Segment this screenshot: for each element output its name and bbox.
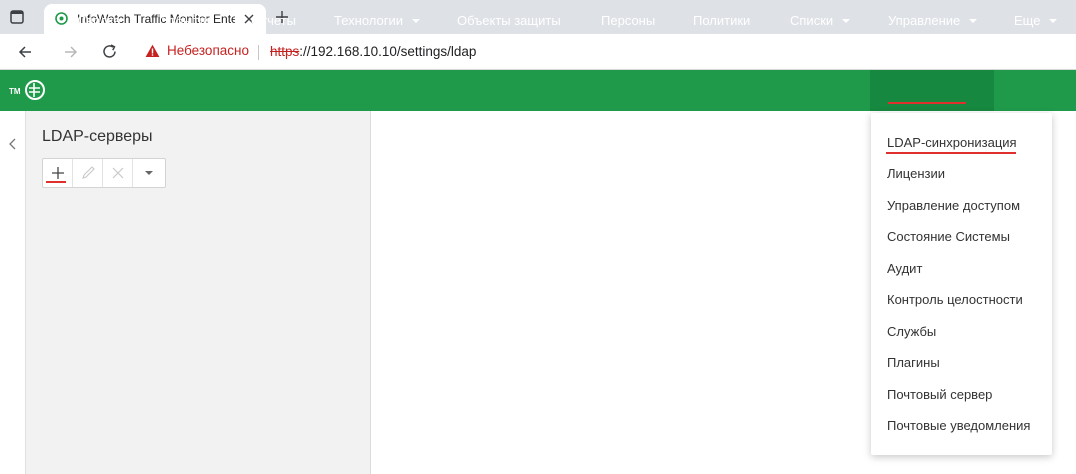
management-annotation-underline [888,102,966,104]
security-label: Небезопасно [167,43,249,58]
menu-item-access-control[interactable]: Управление доступом [887,198,1020,213]
forward-arrow-icon[interactable] [63,44,79,60]
menu-item-integrity-control[interactable]: Контроль целостности [887,292,1023,307]
caret-down-icon [412,19,421,23]
chevron-left-icon[interactable] [8,138,18,150]
url-rest: ://192.168.10.10/settings/ldap [299,44,477,59]
caret-down-icon [842,19,851,23]
nav-policies[interactable]: Политики [693,0,750,41]
caret-down-icon [1049,19,1058,23]
nav-lists[interactable]: Списки [790,0,851,41]
nav-summary[interactable]: Сводка [77,0,121,41]
management-dropdown-menu: LDAP-синхронизация Лицензии Управление д… [871,113,1052,455]
nav-events-label: События [159,13,213,28]
menu-item-plugins[interactable]: Плагины [887,355,940,370]
menu-item-mail-notifications[interactable]: Почтовые уведомления [887,418,1030,433]
toolbar-more-button[interactable] [133,159,165,187]
url-scheme: https [270,44,300,59]
nav-persons[interactable]: Персоны [601,0,655,41]
ldap-toolbar [42,158,166,188]
nav-technologies[interactable]: Технологии [334,0,421,41]
collapse-strip[interactable] [0,111,26,474]
nav-reports-label: Отчеты [251,13,296,28]
menu-item-licenses[interactable]: Лицензии [887,166,945,181]
delete-icon [112,167,124,179]
nav-protected-objects[interactable]: Объекты защиты [457,0,561,41]
menu-item-system-status[interactable]: Состояние Системы [887,229,1010,244]
caret-down-icon [145,171,153,175]
caret-down-icon [969,19,978,23]
tab-actions-icon[interactable] [9,9,25,25]
warning-icon [145,44,160,57]
nav-active-highlight [870,70,994,111]
nav-persons-label: Персоны [601,13,656,28]
nav-reports[interactable]: Отчеты [251,0,296,41]
nav-policies-label: Политики [693,13,751,28]
nav-summary-label: Сводка [77,13,121,28]
nav-events[interactable]: События [159,0,213,41]
infowatch-favicon-icon [55,12,68,25]
nav-lists-label: Списки [790,13,834,28]
tm-logo-icon[interactable]: TM [9,78,49,102]
security-indicator[interactable]: Небезопасно [145,43,249,58]
panel-title: LDAP-серверы [42,128,153,145]
ldap-sync-annotation-underline [886,152,1016,154]
add-annotation-underline [46,181,66,183]
menu-item-mail-server[interactable]: Почтовый сервер [887,387,992,402]
nav-management[interactable]: Управление [888,0,978,41]
nav-technologies-label: Технологии [334,13,404,28]
menu-item-audit[interactable]: Аудит [887,261,922,276]
nav-protected-objects-label: Объекты защиты [457,13,561,28]
back-arrow-icon[interactable] [17,44,33,60]
menu-item-ldap-sync[interactable]: LDAP-синхронизация [887,135,1017,150]
url-field[interactable]: https://192.168.10.10/settings/ldap [270,44,476,59]
menu-item-services[interactable]: Службы [887,324,936,339]
nav-management-label: Управление [888,13,961,28]
nav-more-label: Еще [1014,13,1041,28]
delete-server-button[interactable] [103,159,133,187]
reload-icon[interactable] [101,43,118,60]
nav-more[interactable]: Еще [1014,0,1058,41]
edit-server-button[interactable] [73,159,103,187]
edit-icon [82,166,95,179]
address-separator [258,45,259,60]
svg-text:TM: TM [9,87,21,96]
